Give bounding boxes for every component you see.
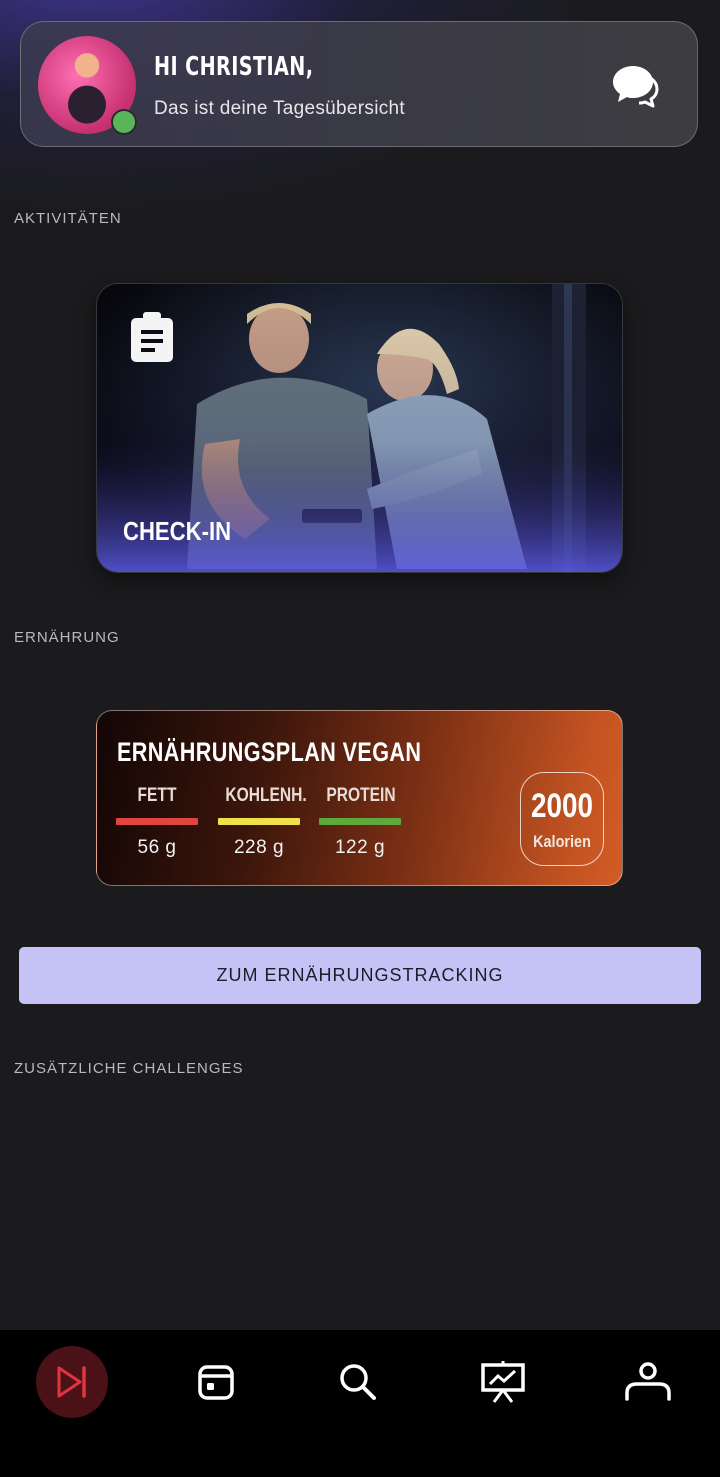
macro-label: PROTEIN <box>326 785 396 806</box>
calories-label: Kalorien <box>533 832 591 851</box>
macro-fat: FETT 56 g <box>116 785 198 859</box>
macro-label: FETT <box>137 785 177 806</box>
macro-value: 228 g <box>233 837 285 858</box>
checkin-label: CHECK-IN <box>123 516 232 546</box>
nav-item-profile[interactable] <box>612 1346 684 1418</box>
macro-bar <box>319 818 401 825</box>
chat-bubbles-icon[interactable] <box>611 62 663 108</box>
online-status-dot <box>111 109 137 135</box>
greeting-card: HI CHRISTIAN, Das ist deine Tagesübersic… <box>20 21 698 147</box>
nutrition-plan-card[interactable]: ERNÄHRUNGSPLAN VEGAN FETT 56 g KOHLENH. … <box>96 710 623 886</box>
nutrition-plan-title: ERNÄHRUNGSPLAN VEGAN <box>117 737 422 767</box>
skip-forward-icon <box>57 1366 86 1398</box>
section-label-activities: AKTIVITÄTEN <box>14 210 122 227</box>
section-label-challenges: ZUSÄTZLICHE CHALLENGES <box>14 1060 244 1077</box>
calories-value: 2000 <box>530 787 594 825</box>
macro-bar <box>116 818 198 825</box>
calendar-icon <box>198 1365 234 1400</box>
greeting-subtitle: Das ist deine Tagesübersicht <box>154 98 405 119</box>
macro-carbs: KOHLENH. 228 g <box>218 785 307 859</box>
bottom-navigation <box>0 1330 720 1477</box>
nav-item-search[interactable] <box>322 1346 394 1418</box>
nav-item-progress[interactable] <box>467 1346 539 1418</box>
macro-value: 56 g <box>137 837 177 858</box>
presentation-chart-icon <box>481 1361 525 1403</box>
section-label-nutrition: ERNÄHRUNG <box>14 629 120 646</box>
macro-label: KOHLENH. <box>225 785 307 806</box>
macro-bar <box>218 818 300 825</box>
checkin-card[interactable]: CHECK-IN <box>96 283 623 573</box>
search-icon <box>340 1364 376 1400</box>
greeting-title: HI CHRISTIAN, <box>154 52 314 82</box>
nutrition-tracking-button[interactable]: ZUM ERNÄHRUNGSTRACKING <box>19 947 701 1004</box>
calories-badge: 2000 Kalorien <box>520 772 604 866</box>
nav-item-calendar[interactable] <box>180 1346 252 1418</box>
macro-protein: PROTEIN 122 g <box>319 785 401 859</box>
clipboard-icon <box>131 312 173 362</box>
macro-value: 122 g <box>334 837 386 858</box>
profile-icon <box>625 1362 671 1401</box>
nav-item-home[interactable] <box>36 1346 108 1418</box>
